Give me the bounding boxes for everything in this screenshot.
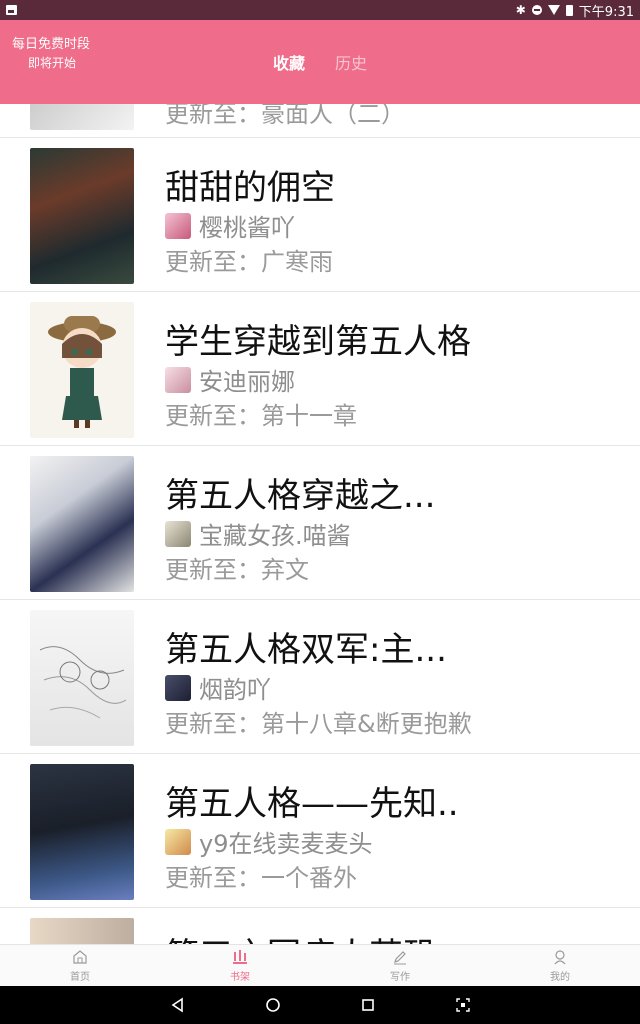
author-avatar (165, 674, 191, 701)
book-cover (30, 918, 134, 944)
book-author: 烟韵吖 (165, 670, 271, 705)
system-nav-bar (0, 986, 640, 1024)
author-avatar (165, 520, 191, 547)
chibi-illustration (48, 316, 116, 428)
tab-favorites[interactable]: 收藏 (273, 50, 305, 74)
book-title: 第五人格——先知.. (165, 784, 459, 824)
recents-icon[interactable] (359, 996, 377, 1014)
author-name: 烟韵吖 (199, 676, 271, 704)
author-avatar (165, 828, 191, 855)
author-name: 安迪丽娜 (199, 368, 295, 396)
book-author: 安迪丽娜 (165, 362, 295, 397)
app-header: 每日免费时段 即将开始 收藏 历史 (0, 20, 640, 104)
nav-home[interactable]: 首页 (0, 945, 160, 986)
book-title: 第五人格双军:主... (165, 630, 447, 670)
nav-bookshelf[interactable]: 书架 (160, 945, 320, 986)
author-name: y9在线卖麦麦头 (199, 830, 373, 858)
tab-history[interactable]: 历史 (335, 50, 367, 74)
book-cover (30, 302, 134, 438)
home-icon (73, 950, 87, 964)
book-update: 更新至：第十八章&断更抱歉 (165, 710, 472, 738)
author-name: 宝藏女孩.喵酱 (199, 522, 351, 550)
profile-icon (554, 950, 566, 965)
battery-icon (565, 4, 573, 16)
book-item[interactable]: 甜甜的佣空 樱桃酱吖 更新至：广寒雨 (0, 138, 640, 292)
book-title: 第五人格穿越之... (165, 476, 436, 516)
status-time: 下午9:31 (578, 4, 634, 20)
book-update: 更新至：第十一章 (165, 402, 357, 430)
book-cover (30, 764, 134, 900)
author-avatar (165, 366, 191, 393)
book-item[interactable]: 第五人格穿越之... 宝藏女孩.喵酱 更新至：弃文 (0, 446, 640, 600)
back-icon[interactable] (169, 996, 187, 1014)
shelf-tabs: 收藏 历史 (0, 50, 640, 74)
book-cover (30, 610, 134, 746)
book-author: 樱桃酱吖 (165, 208, 295, 243)
book-item[interactable]: 第五人格——先知.. y9在线卖麦麦头 更新至：一个番外 (0, 754, 640, 908)
book-update: 更新至：豪面人（二） (165, 104, 405, 128)
bottom-nav: 首页 书架 写作 我的 (0, 944, 640, 986)
book-author: 宝藏女孩.喵酱 (165, 516, 351, 551)
wifi-icon (547, 5, 560, 15)
book-update: 更新至：弃文 (165, 556, 309, 584)
nav-bookshelf-label: 书架 (230, 972, 250, 983)
status-bar: ✱ 下午9:31 (0, 0, 640, 20)
bookshelf-icon (233, 950, 247, 964)
book-title: 甜甜的佣空 (165, 168, 335, 208)
nav-profile[interactable]: 我的 (480, 945, 640, 986)
book-item[interactable]: 更新至：豪面人（二） (0, 104, 640, 138)
book-item[interactable]: 第五人格双军:主... 烟韵吖 更新至：第十八章&断更抱歉 (0, 600, 640, 754)
book-update: 更新至：广寒雨 (165, 248, 333, 276)
nav-write-label: 写作 (390, 972, 410, 983)
nav-profile-label: 我的 (550, 972, 570, 983)
book-update: 更新至：一个番外 (165, 864, 357, 892)
nav-write[interactable]: 写作 (320, 945, 480, 986)
book-cover (30, 456, 134, 592)
bluetooth-icon: ✱ (515, 3, 526, 17)
author-name: 樱桃酱吖 (199, 214, 295, 242)
book-cover (30, 104, 134, 130)
book-cover (30, 148, 134, 284)
author-avatar (165, 212, 191, 239)
book-item[interactable]: 第五之园病人苦恐 (0, 908, 640, 944)
dnd-icon (531, 5, 542, 15)
image-icon (6, 5, 17, 15)
book-list[interactable]: 更新至：豪面人（二） 甜甜的佣空 樱桃酱吖 更新至：广寒雨 学生穿越到第五人格 … (0, 104, 640, 944)
book-title: 第五之园病人苦恐 (165, 928, 437, 944)
book-item[interactable]: 学生穿越到第五人格 安迪丽娜 更新至：第十一章 (0, 292, 640, 446)
nav-home-label: 首页 (70, 972, 90, 983)
home-circle-icon[interactable] (264, 996, 282, 1014)
sketch-illustration (39, 646, 127, 719)
screenshot-icon[interactable] (454, 996, 472, 1014)
book-title: 学生穿越到第五人格 (165, 322, 471, 362)
book-author: y9在线卖麦麦头 (165, 824, 372, 859)
pen-icon (394, 951, 406, 965)
